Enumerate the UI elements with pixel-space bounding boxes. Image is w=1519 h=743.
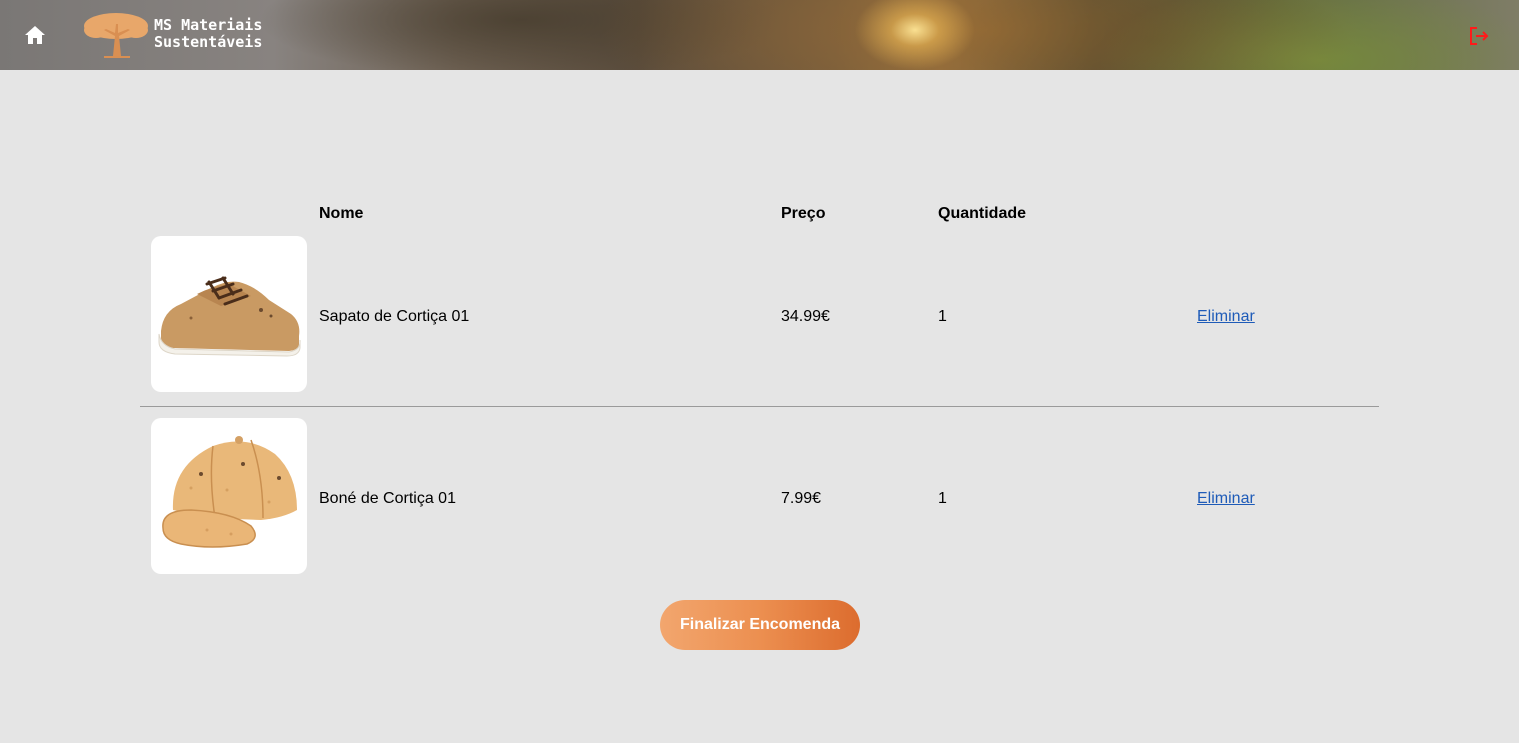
product-image-cap bbox=[151, 418, 307, 574]
product-price: 7.99€ bbox=[781, 490, 822, 507]
cork-cap-image bbox=[162, 436, 297, 548]
product-quantity: 1 bbox=[938, 308, 947, 325]
header-banner: MS Materiais Sustentáveis bbox=[0, 0, 1519, 70]
brand-name: MS Materiais Sustentáveis bbox=[154, 17, 262, 51]
tree-logo-icon bbox=[84, 13, 148, 58]
checkout-button[interactable]: Finalizar Encomenda bbox=[660, 600, 860, 650]
product-name: Sapato de Cortiça 01 bbox=[319, 308, 470, 325]
remove-item-link[interactable]: Eliminar bbox=[1197, 308, 1255, 326]
column-header-name: Nome bbox=[319, 205, 364, 222]
home-icon bbox=[25, 26, 45, 44]
product-price: 34.99€ bbox=[781, 308, 830, 325]
column-header-price: Preço bbox=[781, 205, 826, 222]
product-name: Boné de Cortiça 01 bbox=[319, 490, 456, 507]
home-button[interactable] bbox=[22, 22, 48, 48]
remove-item-link[interactable]: Eliminar bbox=[1197, 490, 1255, 508]
brand-name-line1: MS Materiais bbox=[154, 16, 263, 34]
cart-table: Nome Preço Quantidade Sapato de Cortiça … bbox=[140, 195, 1379, 590]
cork-shoe-image bbox=[158, 276, 301, 357]
cart-row: Boné de Cortiça 01 7.99€ 1 Eliminar bbox=[140, 407, 1379, 590]
product-image-shoe bbox=[151, 236, 307, 392]
cart-row: Sapato de Cortiça 01 34.99€ 1 Eliminar bbox=[140, 235, 1379, 407]
product-quantity: 1 bbox=[938, 490, 947, 507]
logout-icon bbox=[1470, 27, 1489, 45]
logout-button[interactable] bbox=[1466, 23, 1492, 49]
cart-table-header: Nome Preço Quantidade bbox=[140, 195, 1379, 235]
brand-name-line2: Sustentáveis bbox=[154, 33, 263, 51]
brand-logo[interactable]: MS Materiais Sustentáveis bbox=[82, 10, 262, 58]
column-header-quantity: Quantidade bbox=[938, 205, 1027, 222]
